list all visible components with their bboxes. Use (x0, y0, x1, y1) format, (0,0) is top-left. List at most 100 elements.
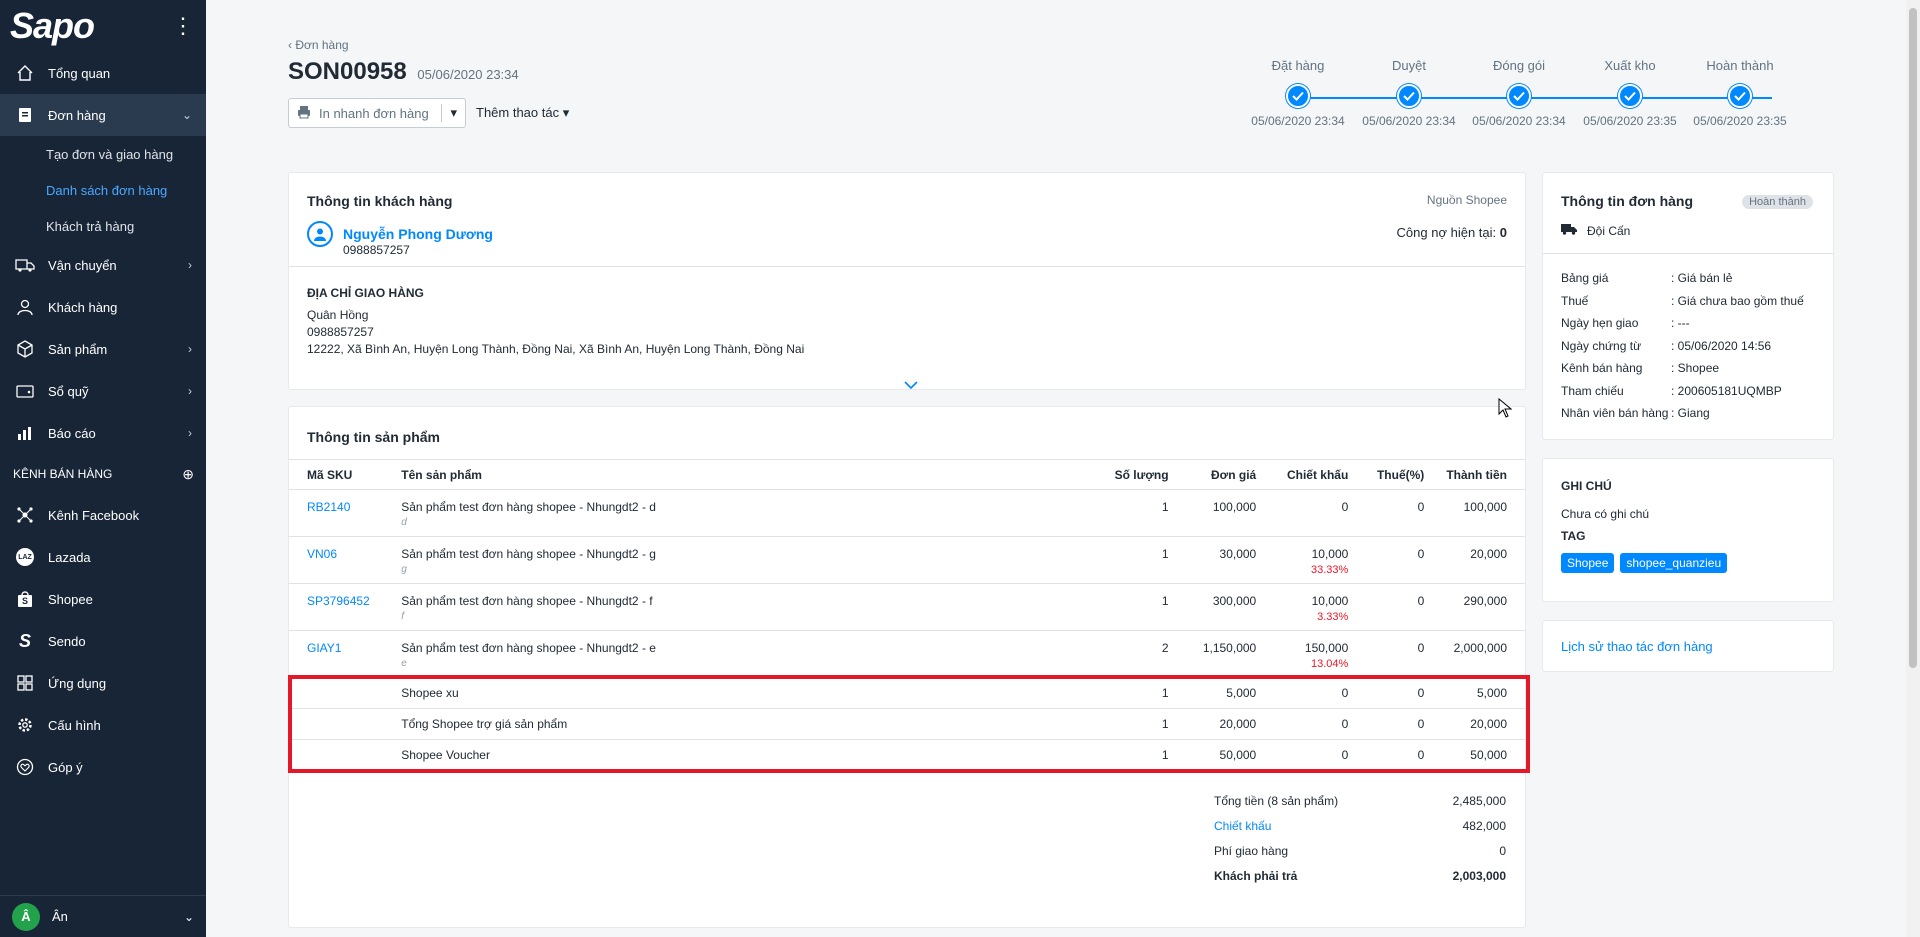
more-vertical-icon[interactable]: ⋮ (172, 15, 194, 37)
sidebar-item-settings[interactable]: Cấu hình (0, 704, 206, 746)
more-actions-label: Thêm thao tác (476, 105, 560, 120)
user-icon (14, 296, 36, 318)
customer-name-link[interactable]: Nguyễn Phong Dương (343, 226, 493, 242)
sidebar-item-feedback[interactable]: Góp ý (0, 746, 206, 788)
tax: 0 (1366, 536, 1443, 584)
step-date: 05/06/2020 23:35 (1583, 114, 1677, 128)
sku-link[interactable]: VN06 (289, 536, 398, 584)
qty: 1 (857, 583, 1187, 631)
amount-due-row: Khách phải trả 2,003,000 (1214, 863, 1506, 888)
chevron-down-icon: ⌄ (183, 909, 194, 924)
sidebar-item-label: Ứng dụng (48, 675, 107, 691)
product-name-cell: Sản phẩm test đơn hàng shopee - Nhungdt2… (397, 536, 858, 584)
sidebar-item-label: Kênh Facebook (48, 507, 140, 523)
discount-link[interactable]: Chiết khấu (1214, 819, 1271, 833)
sidebar-item-lazada[interactable]: LAZ Lazada (0, 536, 206, 578)
sidebar-item-cashbook[interactable]: Sổ quỹ › (0, 370, 206, 412)
sidebar: Sapo ⋮ Tổng quan Đơn hàng ⌄ Tạo đơn và g… (0, 0, 206, 937)
product-variant: d (401, 517, 407, 528)
qty: 2 (857, 630, 1187, 678)
main-content: ‹ Đơn hàng SON00958 05/06/2020 23:34 In … (206, 0, 1906, 937)
sidebar-subitem-returns[interactable]: Khách trả hàng (0, 208, 206, 244)
step-packed: Đóng gói 05/06/2020 23:34 (1464, 58, 1574, 128)
sidebar-item-label: Sản phẩm (48, 341, 108, 357)
info-key: Thuế (1561, 293, 1589, 308)
sidebar-item-customers[interactable]: Khách hàng (0, 286, 206, 328)
sidebar-item-shipping[interactable]: Vận chuyển › (0, 244, 206, 286)
step-date: 05/06/2020 23:35 (1693, 114, 1787, 128)
discount: 0 (1341, 500, 1349, 514)
discount-percent: 13.04% (1310, 658, 1349, 670)
truck-icon (14, 254, 36, 276)
sku-link[interactable]: GIAY1 (289, 630, 398, 678)
info-row-delivery-date: Ngày hẹn giao: --- (1561, 312, 1804, 335)
shipping-fee-row: Phí giao hàng 0 (1214, 838, 1506, 863)
shipping-address-title: ĐỊA CHỈ GIAO HÀNG (307, 286, 424, 300)
discount-row: Chiết khấu 482,000 (1214, 813, 1506, 838)
order-history-link[interactable]: Lịch sử thao tác đơn hàng (1561, 639, 1713, 654)
shipping-fee-value: 0 (1499, 843, 1506, 858)
sidebar-item-label: Tổng quan (48, 65, 111, 81)
col-sku: Mã SKU (289, 459, 398, 490)
col-qty: Số lượng (857, 459, 1187, 490)
tax: 0 (1366, 630, 1443, 678)
page-title: SON00958 05/06/2020 23:34 (288, 58, 519, 86)
user-icon (307, 221, 333, 247)
col-price: Đơn giá (1186, 459, 1275, 490)
notes-empty: Chưa có ghi chú (1561, 507, 1650, 521)
sidebar-item-overview[interactable]: Tổng quan (0, 52, 206, 94)
vertical-scrollbar[interactable] (1906, 0, 1920, 937)
sidebar-item-orders[interactable]: Đơn hàng ⌄ (0, 94, 206, 136)
table-row: RB2140 Sản phẩm test đơn hàng shopee - N… (289, 489, 1525, 537)
heart-circle-icon (14, 756, 36, 778)
sidebar-item-apps[interactable]: Ứng dụng (0, 662, 206, 704)
debt-value: 0 (1499, 225, 1507, 240)
caret-down-icon[interactable]: ▾ (441, 104, 457, 122)
step-label: Đặt hàng (1271, 58, 1325, 73)
product-variant: f (401, 611, 405, 622)
sku-link[interactable]: RB2140 (289, 489, 398, 537)
sidebar-item-label: Vận chuyển (48, 257, 117, 273)
sidebar-item-label: Lazada (48, 549, 91, 565)
info-row-tax: Thuế: Giá chưa bao gồm thuế (1561, 290, 1804, 313)
sapo-logo[interactable]: Sapo (10, 5, 95, 47)
breadcrumb[interactable]: ‹ Đơn hàng (288, 38, 349, 52)
customer-phone: 0988857257 (343, 243, 410, 257)
step-date: 05/06/2020 23:34 (1362, 114, 1456, 128)
tags-title: TAG (1561, 529, 1586, 543)
add-circle-icon[interactable]: ⊕ (182, 466, 194, 483)
order-info-card: Thông tin đơn hàng Hoàn thành Đội Cấn Bả… (1542, 172, 1834, 440)
avatar: Â (12, 902, 40, 931)
discount: 10,000 (1311, 547, 1349, 561)
sidebar-item-reports[interactable]: Báo cáo › (0, 412, 206, 454)
sku-link[interactable]: SP3796452 (289, 583, 398, 631)
tag[interactable]: Shopee (1561, 553, 1615, 573)
notes-card: GHI CHÚ Chưa có ghi chú TAG Shopee shope… (1542, 458, 1834, 602)
logo-row: Sapo ⋮ (0, 0, 206, 52)
price: 100,000 (1186, 489, 1275, 537)
quick-print-button[interactable]: In nhanh đơn hàng ▾ (288, 98, 466, 128)
info-row-channel: Kênh bán hàng: Shopee (1561, 357, 1804, 380)
line-total: 20,000 (1442, 536, 1525, 584)
discount-cell: 0 (1274, 489, 1367, 537)
col-total: Thành tiền (1442, 459, 1525, 490)
address-recipient: Quân Hồng (307, 308, 369, 322)
sidebar-subitem-order-list[interactable]: Danh sách đơn hàng (0, 172, 206, 208)
chevron-down-icon[interactable] (903, 377, 919, 393)
current-user[interactable]: Â Ân ⌄ (0, 895, 206, 937)
col-tax: Thuế(%) (1366, 459, 1443, 490)
sidebar-subitem-create-order[interactable]: Tạo đơn và giao hàng (0, 136, 206, 172)
clipboard-icon (14, 104, 36, 126)
sidebar-item-shopee[interactable]: S Shopee (0, 578, 206, 620)
wallet-icon (14, 380, 36, 402)
tag[interactable]: shopee_quanzieu (1620, 553, 1728, 573)
discount-percent: 3.33% (1317, 611, 1349, 623)
product-name: Sản phẩm test đơn hàng shopee - Nhungdt2… (401, 641, 656, 655)
sidebar-item-sendo[interactable]: S Sendo (0, 620, 206, 662)
chevron-right-icon: › (188, 426, 192, 440)
sidebar-item-label: Sổ quỹ (48, 383, 89, 399)
sidebar-item-products[interactable]: Sản phẩm › (0, 328, 206, 370)
scrollbar-thumb[interactable] (1909, 8, 1917, 668)
sidebar-item-facebook[interactable]: Kênh Facebook (0, 494, 206, 536)
more-actions-dropdown[interactable]: Thêm thao tác ▾ (476, 105, 569, 121)
